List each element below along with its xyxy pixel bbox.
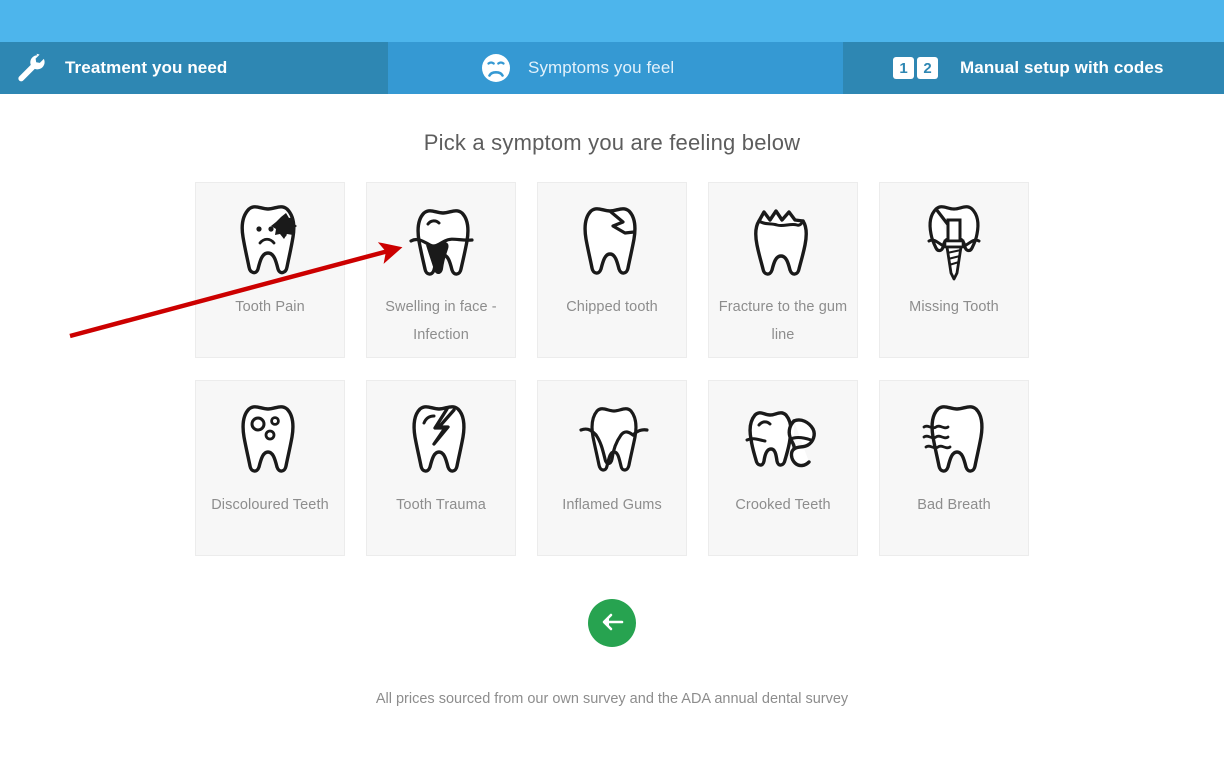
bad-breath-tooth-icon xyxy=(914,387,994,491)
sad-tooth-cavity-icon xyxy=(233,189,307,293)
crooked-teeth-icon xyxy=(737,387,829,491)
tab-manual-label: Manual setup with codes xyxy=(960,58,1164,77)
symptom-card-label: Discoloured Teeth xyxy=(211,497,329,513)
back-button-row xyxy=(0,599,1224,647)
symptom-card-label: Chipped tooth xyxy=(566,299,658,315)
symptom-card-crooked-teeth[interactable]: Crooked Teeth xyxy=(708,380,858,556)
symptom-card-missing-tooth[interactable]: Missing Tooth xyxy=(879,182,1029,358)
cracked-tooth-lightning-icon xyxy=(404,387,478,491)
sad-face-icon xyxy=(481,53,511,83)
tab-treatment-label: Treatment you need xyxy=(65,58,228,77)
symptom-card-label: Missing Tooth xyxy=(909,299,999,315)
symptom-card-label: Inflamed Gums xyxy=(562,497,662,513)
number-codes-icon: 1 2 xyxy=(893,57,938,79)
symptom-card-inflamed-gums[interactable]: Inflamed Gums xyxy=(537,380,687,556)
chipped-tooth-icon xyxy=(575,189,649,293)
tab-symptoms-label: Symptoms you feel xyxy=(528,58,675,77)
inflamed-gums-tooth-icon xyxy=(569,387,655,491)
symptom-card-label: Crooked Teeth xyxy=(735,497,831,513)
symptom-card-swelling-in-face-infection[interactable]: Swelling in face - Infection xyxy=(366,182,516,358)
symptom-card-discoloured-teeth[interactable]: Discoloured Teeth xyxy=(195,380,345,556)
top-banner-strip xyxy=(0,0,1224,42)
fractured-tooth-icon xyxy=(745,189,821,293)
spotted-tooth-icon xyxy=(233,387,307,491)
symptom-card-label: Tooth Pain xyxy=(235,299,305,315)
symptom-grid: Tooth Pain Swelling in face - Infection xyxy=(0,182,1224,556)
arrow-left-icon xyxy=(600,613,624,634)
symptom-card-label: Bad Breath xyxy=(917,497,991,513)
symptom-card-tooth-pain[interactable]: Tooth Pain xyxy=(195,182,345,358)
back-button[interactable] xyxy=(588,599,636,647)
page-title: Pick a symptom you are feeling below xyxy=(423,130,801,155)
symptom-card-label: Tooth Trauma xyxy=(396,497,486,513)
code-badge-two: 2 xyxy=(917,57,938,79)
wrench-icon xyxy=(14,51,48,85)
symptom-card-fracture-to-the-gum-line[interactable]: Fracture to the gum line xyxy=(708,182,858,358)
footer-note: All prices sourced from our own survey a… xyxy=(375,691,849,707)
code-badge-one: 1 xyxy=(893,57,914,79)
main-content: Pick a symptom you are feeling below Too… xyxy=(0,94,1224,707)
symptom-card-chipped-tooth[interactable]: Chipped tooth xyxy=(537,182,687,358)
symptom-row: Discoloured Teeth Tooth Trauma Inflamed … xyxy=(195,380,1029,556)
tooth-swelling-infection-icon xyxy=(400,189,482,293)
tab-symptoms-you-feel[interactable]: Symptoms you feel xyxy=(388,42,843,94)
dental-implant-icon xyxy=(916,189,992,293)
symptom-card-bad-breath[interactable]: Bad Breath xyxy=(879,380,1029,556)
tab-manual-setup-with-codes[interactable]: 1 2 Manual setup with codes xyxy=(843,42,1224,94)
symptom-card-label: Fracture to the gum line xyxy=(718,299,848,343)
symptom-row: Tooth Pain Swelling in face - Infection xyxy=(195,182,1029,358)
wizard-tab-bar: Treatment you need Symptoms you feel 1 2… xyxy=(0,42,1224,94)
tab-treatment-you-need[interactable]: Treatment you need xyxy=(0,42,388,94)
symptom-card-label: Swelling in face - Infection xyxy=(385,299,497,343)
symptom-card-tooth-trauma[interactable]: Tooth Trauma xyxy=(366,380,516,556)
